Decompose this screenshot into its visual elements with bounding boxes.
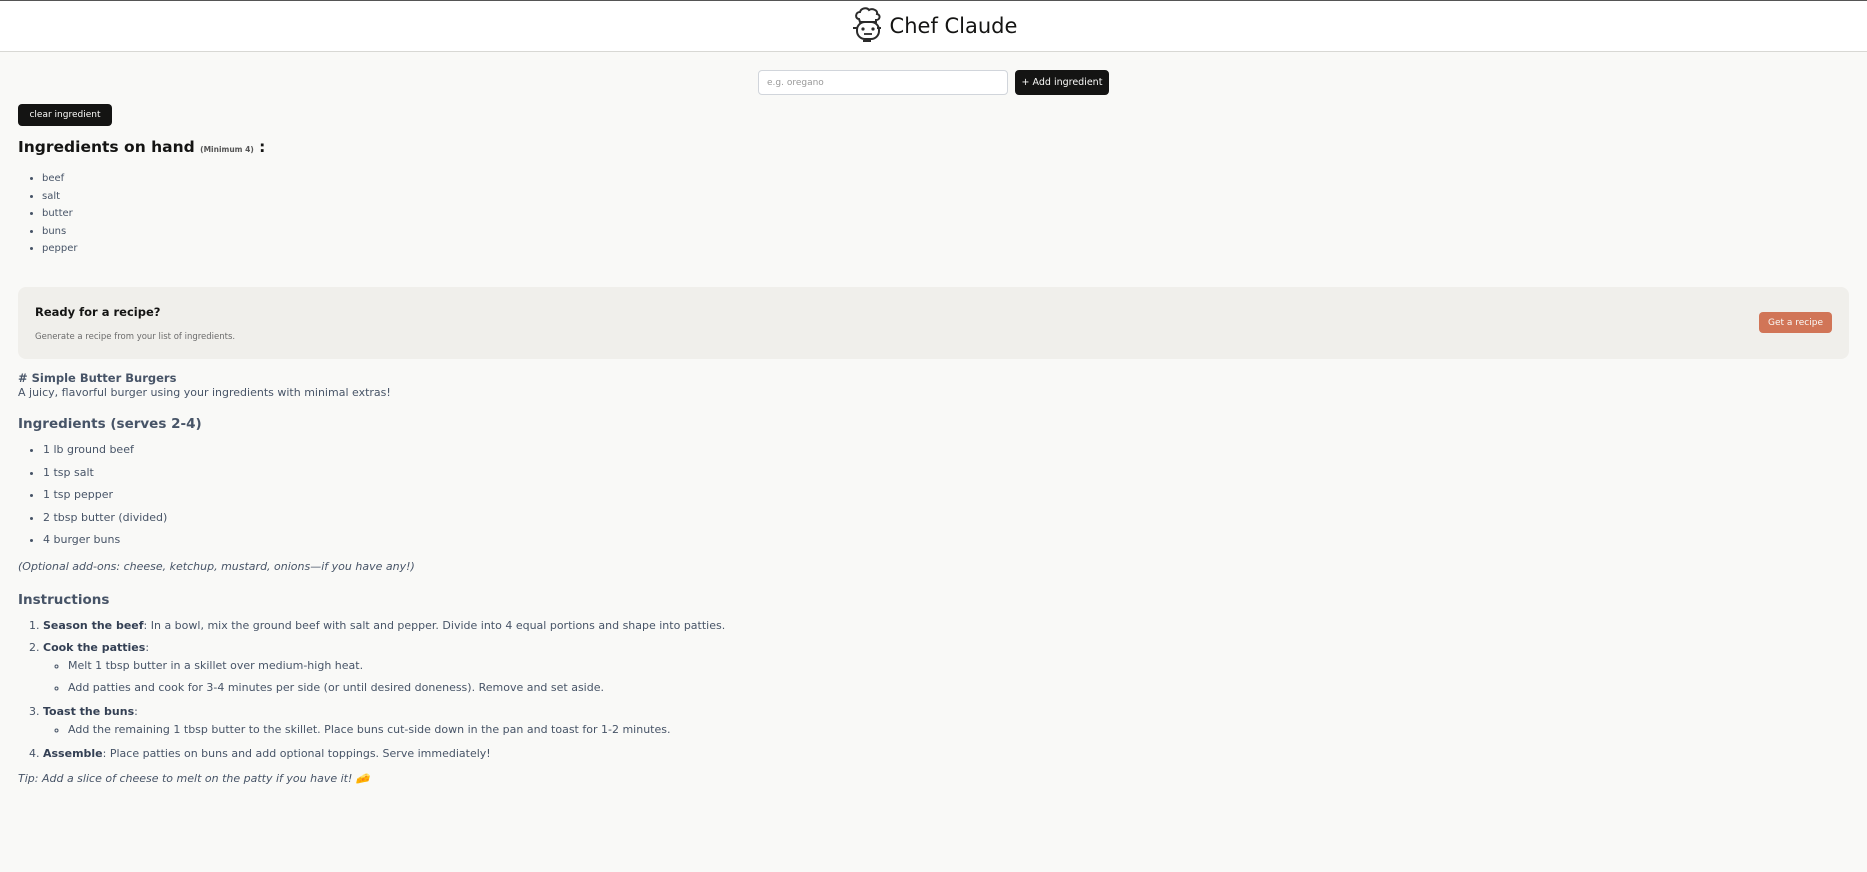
instruction-step: Assemble: Place patties on buns and add … <box>43 746 1218 761</box>
step-text: : <box>134 704 138 718</box>
list-item: 1 tsp salt <box>43 465 1218 488</box>
recipe-tip: Tip: Add a slice of cheese to melt on th… <box>18 771 370 785</box>
get-recipe-button[interactable]: Get a recipe <box>1759 312 1832 333</box>
step-title: Toast the buns <box>43 704 135 718</box>
step-sublist: Melt 1 tbsp butter in a skillet over med… <box>43 658 1218 697</box>
ingredients-on-hand-list: beef salt butter buns pepper <box>42 170 77 258</box>
minimum-note: (Minimum 4) <box>200 145 254 154</box>
list-item: salt <box>42 188 77 206</box>
add-ingredient-form: + Add ingredient <box>758 70 1109 95</box>
chef-robot-icon <box>852 7 881 42</box>
step-title: Cook the patties <box>43 640 146 654</box>
list-item: 1 tsp pepper <box>43 487 1218 510</box>
add-ingredient-button[interactable]: + Add ingredient <box>1015 70 1109 95</box>
list-item: butter <box>42 205 77 223</box>
sub-step: Melt 1 tbsp butter in a skillet over med… <box>68 658 1218 680</box>
recipe-description: A juicy, flavorful burger using your ing… <box>18 386 391 399</box>
recipe-title: # Simple Butter Burgers <box>18 371 177 385</box>
ingredients-heading-text: Ingredients on hand <box>18 138 195 156</box>
optional-addons: (Optional add-ons: cheese, ketchup, must… <box>18 559 415 573</box>
list-item: beef <box>42 170 77 188</box>
app-title: Chef Claude <box>889 14 1018 38</box>
instruction-step: Cook the patties: Melt 1 tbsp butter in … <box>43 640 1218 697</box>
step-title: Season the beef <box>43 618 144 632</box>
ingredients-on-hand-heading: Ingredients on hand (Minimum 4) : <box>18 138 265 156</box>
step-text: : In a bowl, mix the ground beef with sa… <box>143 618 726 632</box>
recipe-ingredients-heading: Ingredients (serves 2-4) <box>18 416 202 432</box>
step-title: Assemble <box>43 746 103 760</box>
list-item: pepper <box>42 240 77 258</box>
cta-subtitle: Generate a recipe from your list of ingr… <box>35 332 236 342</box>
sub-step: Add the remaining 1 tbsp butter to the s… <box>68 722 1218 739</box>
recipe-output: # Simple Butter Burgers A juicy, flavorf… <box>18 371 1218 786</box>
instructions-heading: Instructions <box>18 591 110 608</box>
list-item: 2 tbsp butter (divided) <box>43 510 1218 533</box>
app-header: Chef Claude <box>0 0 1867 52</box>
step-text: : Place patties on buns and add optional… <box>102 746 491 760</box>
list-item: 4 burger buns <box>43 532 1218 555</box>
step-sublist: Add the remaining 1 tbsp butter to the s… <box>43 722 1218 739</box>
instruction-step: Season the beef: In a bowl, mix the grou… <box>43 618 1218 633</box>
heading-suffix: : <box>259 138 266 156</box>
step-text: : <box>145 640 150 654</box>
list-item: buns <box>42 223 77 241</box>
instructions-list: Season the beef: In a bowl, mix the grou… <box>18 618 1218 761</box>
cta-title: Ready for a recipe? <box>35 305 161 319</box>
clear-ingredient-button[interactable]: clear ingredient <box>18 104 112 126</box>
ingredient-input[interactable] <box>758 70 1008 95</box>
recipe-ingredients-list: 1 lb ground beef 1 tsp salt 1 tsp pepper… <box>18 442 1218 555</box>
get-recipe-panel: Ready for a recipe? Generate a recipe fr… <box>18 287 1849 359</box>
list-item: 1 lb ground beef <box>43 442 1218 465</box>
instruction-step: Toast the buns: Add the remaining 1 tbsp… <box>43 704 1218 739</box>
sub-step: Add patties and cook for 3-4 minutes per… <box>68 680 1218 697</box>
